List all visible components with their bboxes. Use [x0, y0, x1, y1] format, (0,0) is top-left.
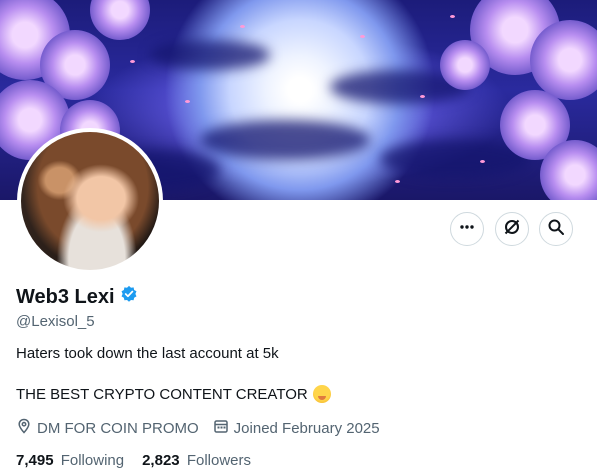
- followers-link[interactable]: 2,823 Followers: [142, 452, 251, 469]
- following-link[interactable]: 7,495 Following: [16, 452, 124, 469]
- follow-counts: 7,495 Following 2,823 Followers: [16, 452, 269, 469]
- username-handle: @Lexisol_5: [16, 313, 95, 330]
- display-name-row: Web3 Lexi: [16, 285, 138, 309]
- joined-date: Joined February 2025: [233, 419, 380, 437]
- more-options-button[interactable]: [450, 212, 484, 246]
- followers-label: Followers: [186, 452, 251, 469]
- profile-meta: DM FOR COIN PROMO Joined February 2025: [16, 418, 394, 438]
- joined-item: Joined February 2025: [213, 418, 380, 438]
- verified-badge-icon[interactable]: [120, 285, 138, 309]
- location-pin-icon: [16, 418, 32, 438]
- location-text: DM FOR COIN PROMO: [37, 419, 199, 437]
- search-profile-button[interactable]: [539, 212, 573, 246]
- grok-icon: [503, 218, 521, 241]
- search-icon: [547, 218, 565, 241]
- grok-button[interactable]: [495, 212, 529, 246]
- location-item: DM FOR COIN PROMO: [16, 418, 199, 438]
- profile-avatar[interactable]: [17, 128, 163, 274]
- more-icon: [458, 218, 476, 241]
- display-name: Web3 Lexi: [16, 285, 115, 308]
- hand-over-mouth-emoji-icon: [312, 385, 331, 403]
- followers-count: 2,823: [142, 452, 180, 469]
- following-label: Following: [60, 452, 125, 469]
- following-count: 7,495: [16, 452, 54, 469]
- bio-line-2: THE BEST CRYPTO CONTENT CREATOR: [16, 385, 308, 403]
- bio-line-2-row: THE BEST CRYPTO CONTENT CREATOR: [16, 385, 331, 403]
- bio-line-1: Haters took down the last account at 5k: [16, 345, 279, 362]
- calendar-icon: [213, 418, 229, 438]
